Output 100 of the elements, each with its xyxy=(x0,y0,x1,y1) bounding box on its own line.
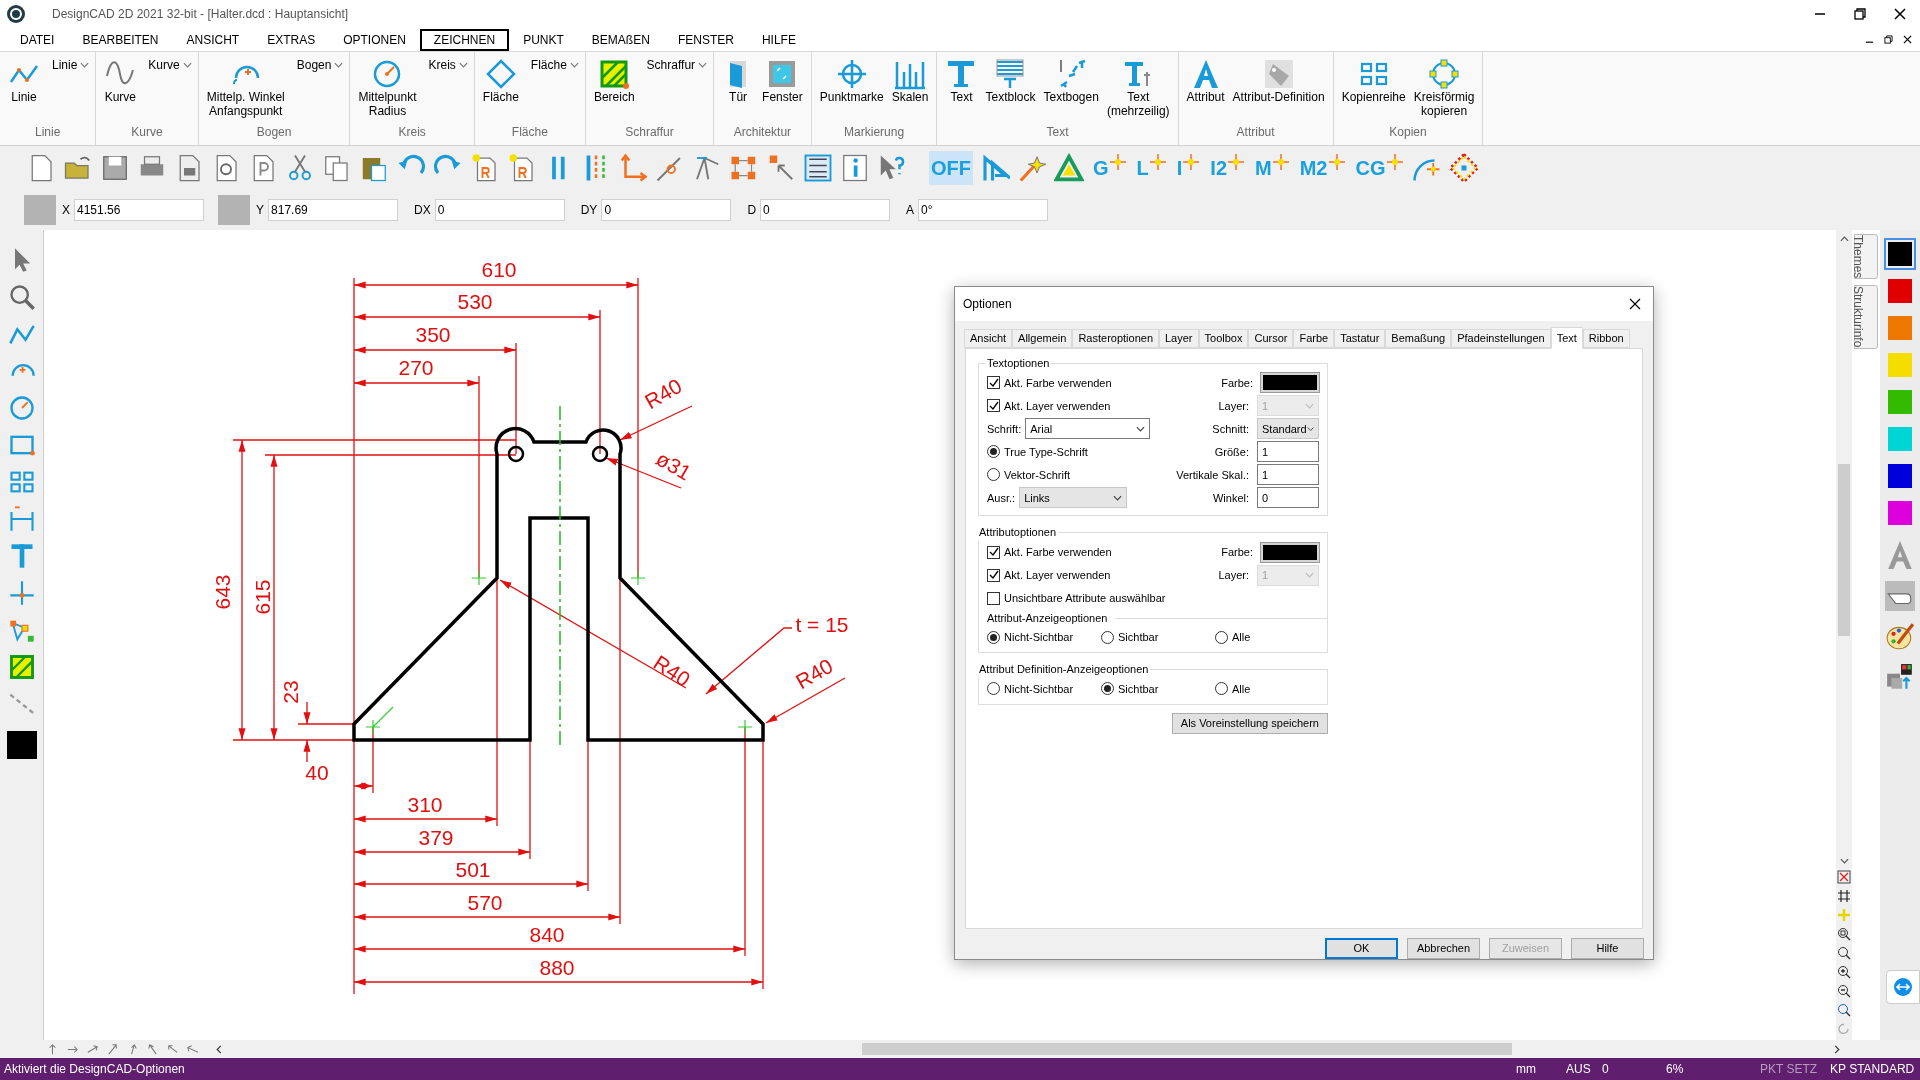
zoom-window-icon[interactable] xyxy=(1837,927,1851,941)
menu-item[interactable]: EXTRAS xyxy=(253,28,330,51)
ribbon-button[interactable]: Fläche xyxy=(480,56,521,104)
panel-icon[interactable] xyxy=(803,153,833,183)
scroll-up-icon[interactable] xyxy=(1839,236,1849,242)
ribbon-button[interactable]: Tür xyxy=(720,56,757,104)
ribbon-button[interactable]: Attribut-Definition xyxy=(1230,56,1327,104)
scroll-down-icon[interactable] xyxy=(1839,858,1849,864)
dialog-button[interactable]: Hilfe xyxy=(1571,938,1644,959)
radio-button[interactable]: Alle xyxy=(1215,629,1295,646)
ribbon-button[interactable]: Skalen xyxy=(889,56,931,104)
tab[interactable]: Ansicht xyxy=(964,328,1013,348)
ribbon-button[interactable]: Bereich xyxy=(591,56,637,104)
ribbon-button[interactable]: Linie xyxy=(6,56,42,104)
menu-item[interactable]: ZEICHNEN xyxy=(419,28,510,51)
dropdown[interactable]: Standard xyxy=(1257,418,1319,440)
diamond-snap-icon[interactable] xyxy=(1448,153,1479,183)
side-tab[interactable]: Themes xyxy=(1854,234,1878,280)
triangle-icon[interactable] xyxy=(1054,153,1084,183)
ribbon-button[interactable]: Text xyxy=(943,56,980,104)
zoom-icon[interactable] xyxy=(7,283,36,311)
scroll-right-icon[interactable] xyxy=(1834,1044,1840,1054)
tab[interactable]: Layer xyxy=(1159,328,1199,348)
tab[interactable]: Toolbox xyxy=(1198,328,1249,348)
close-icon[interactable] xyxy=(1894,8,1906,20)
ribbon-button[interactable]: Punktmarke xyxy=(817,56,886,104)
checkbox[interactable]: Akt. Layer verwenden xyxy=(987,567,1111,584)
ribbon-dropdown[interactable]: Fläche xyxy=(530,56,579,74)
menu-item[interactable]: HILFE xyxy=(747,28,810,51)
arrow-icon[interactable] xyxy=(166,1042,179,1056)
ribbon-dropdown[interactable]: Linie xyxy=(52,56,90,74)
zoom-icon[interactable] xyxy=(1837,946,1851,960)
ribbon-dropdown[interactable]: Kreis xyxy=(428,56,468,74)
coordinate-field[interactable]: 4151.56 xyxy=(74,199,204,221)
dropdown[interactable]: Links xyxy=(1019,487,1128,509)
coordinate-field[interactable]: 0° xyxy=(918,199,1049,221)
zoom-in-icon[interactable] xyxy=(1837,965,1851,979)
zoom-previous-icon[interactable] xyxy=(1837,1003,1851,1017)
dimension-icon[interactable] xyxy=(7,505,36,533)
ribbon-dropdown[interactable]: Kurve xyxy=(148,56,192,74)
tab[interactable]: Cursor xyxy=(1248,328,1294,348)
ribbon-button[interactable]: Fenster xyxy=(760,56,805,104)
tab[interactable]: Ribbon xyxy=(1582,328,1630,348)
coordinate-field[interactable]: 0 xyxy=(434,199,565,221)
radio-button[interactable]: True Type-Schrift xyxy=(987,443,1088,461)
checkbox[interactable]: Unsichtbare Attribute auswählbar xyxy=(987,590,1166,607)
tab[interactable]: Text xyxy=(1550,326,1583,349)
coordinate-field[interactable]: 0 xyxy=(601,199,732,221)
ribbon-dropdown[interactable]: Bogen xyxy=(296,56,344,74)
point-cross-icon[interactable] xyxy=(7,579,36,607)
tab[interactable]: Allgemein xyxy=(1012,328,1073,348)
zoom-out-icon[interactable] xyxy=(1837,984,1851,998)
menu-item[interactable]: BEMAßEN xyxy=(577,28,664,51)
clear-icon[interactable] xyxy=(1837,870,1851,884)
menu-item[interactable]: PUNKT xyxy=(509,28,578,51)
dropdown[interactable]: Arial xyxy=(1025,418,1151,440)
refresh-icon[interactable] xyxy=(1837,1022,1851,1036)
side-tab[interactable]: Strukturinfo xyxy=(1854,285,1878,349)
input-field[interactable]: 1 xyxy=(1257,464,1319,486)
ribbon-button[interactable]: Kreisförmig kopieren xyxy=(1411,56,1477,118)
menu-item[interactable]: OPTIONEN xyxy=(329,28,420,51)
restore-icon[interactable] xyxy=(1854,8,1866,20)
coordinate-field[interactable]: 817.69 xyxy=(268,199,399,221)
info-icon[interactable] xyxy=(840,153,870,183)
ribbon-button[interactable]: Kurve xyxy=(102,56,139,104)
restore-icon[interactable] xyxy=(1884,35,1893,44)
save-default-button[interactable]: Als Voreinstellung speichern xyxy=(1171,712,1328,734)
coordinate-field[interactable]: 0 xyxy=(760,199,891,221)
scroll-left-icon[interactable] xyxy=(216,1044,222,1054)
dialog-button[interactable]: OK xyxy=(1325,938,1398,959)
hatch-icon[interactable] xyxy=(7,653,36,681)
radio-button[interactable]: Vektor-Schrift xyxy=(987,466,1071,484)
remote-tab[interactable] xyxy=(1886,970,1920,1004)
menu-item[interactable]: BEARBEITEN xyxy=(68,28,173,51)
letter-a-icon[interactable] xyxy=(1885,540,1915,570)
tab[interactable]: Pfadeinstellungen xyxy=(1451,328,1551,348)
checkbox[interactable]: Akt. Layer verwenden xyxy=(987,397,1111,415)
arrow-icon[interactable] xyxy=(86,1042,99,1056)
magic-wand-icon[interactable] xyxy=(1017,153,1047,183)
axes-arrow-icon[interactable] xyxy=(618,153,648,183)
menu-item[interactable]: ANSICHT xyxy=(172,28,254,51)
circle-icon[interactable] xyxy=(7,394,36,422)
checkbox[interactable]: Akt. Farbe verwenden xyxy=(987,374,1112,392)
input-field[interactable]: 1 xyxy=(1257,441,1319,463)
menu-item[interactable]: DATEI xyxy=(6,28,69,51)
radio-button[interactable]: Sichtbar xyxy=(1101,680,1215,698)
input-field[interactable]: 0 xyxy=(1257,487,1319,509)
radio-button[interactable]: Sichtbar xyxy=(1101,629,1215,646)
paint-palette-icon[interactable] xyxy=(1885,622,1915,652)
ribbon-button[interactable]: Text (mehrzeilig) xyxy=(1104,56,1172,118)
tab[interactable]: Farbe xyxy=(1293,328,1335,348)
ribbon-button[interactable]: Mittelpunkt Radius xyxy=(356,56,419,118)
save-icon[interactable] xyxy=(100,153,130,183)
scrollbar-thumb[interactable] xyxy=(862,1043,1512,1055)
ribbon-button[interactable]: Kopienreihe xyxy=(1339,56,1408,104)
checkbox[interactable]: Akt. Farbe verwenden xyxy=(987,544,1112,561)
color-swatch[interactable] xyxy=(1884,238,1916,270)
scrollbar-thumb[interactable] xyxy=(1838,464,1850,636)
arrow-icon[interactable] xyxy=(106,1042,119,1056)
ribbon-button[interactable]: Mittelp. Winkel Anfangspunkt xyxy=(204,56,287,118)
